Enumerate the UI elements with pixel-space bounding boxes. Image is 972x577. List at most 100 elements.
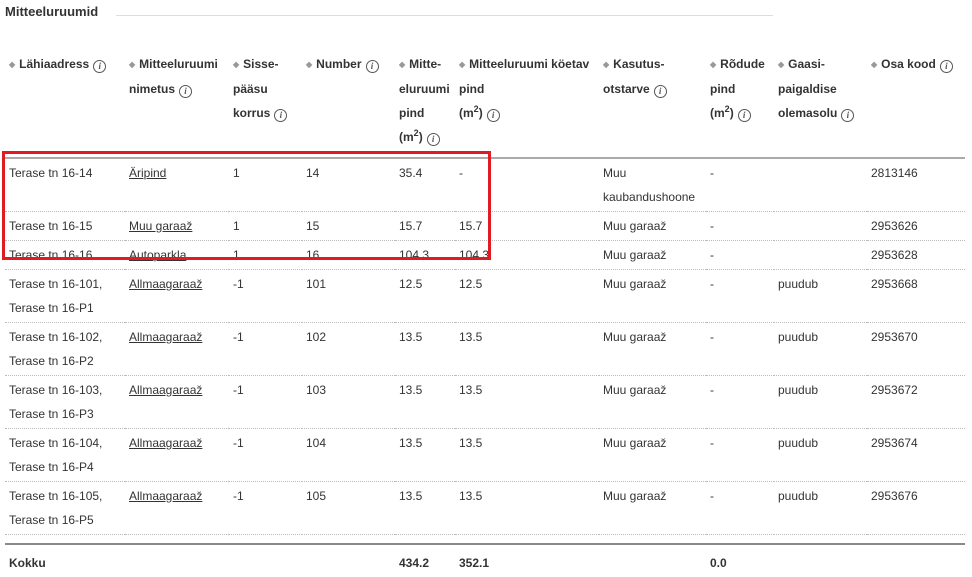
header-area[interactable]: ◆ Mitte- eluruumi pind (m2) i: [395, 50, 455, 158]
cell-floor: -1: [233, 277, 244, 291]
cell-gas: puudub: [778, 436, 819, 450]
room-name-link[interactable]: Autoparkla: [129, 248, 186, 262]
header-address[interactable]: ◆ Lähiaadress i: [5, 50, 125, 158]
cell-gas: puudub: [778, 383, 819, 397]
room-name-link[interactable]: Allmaagaraaž: [129, 489, 202, 503]
info-icon[interactable]: i: [426, 133, 440, 146]
cell-balcony-area: -: [710, 383, 714, 397]
cell-area: 13.5: [399, 383, 423, 397]
cell-number: 102: [306, 330, 327, 344]
cell-name[interactable]: Allmaagaraaž: [125, 323, 229, 376]
sort-icon[interactable]: ◆: [306, 53, 312, 77]
cell-heated-area: 13.5: [459, 383, 483, 397]
header-heated-area[interactable]: ◆ Mitteeluruumi köetav pind (m2) i: [455, 50, 599, 158]
total-divider: [5, 535, 965, 544]
cell-code: 2813146: [871, 166, 918, 180]
table-row: Terase tn 16-14 Äripind 1 14 35.4 - Muu k…: [5, 158, 965, 212]
cell-name[interactable]: Äripind: [125, 158, 229, 212]
cell-balcony-area: -: [710, 248, 714, 262]
cell-heated-area: 13.5: [459, 436, 483, 450]
cell-number: 14: [306, 166, 320, 180]
cell-floor: -1: [233, 383, 244, 397]
cell-area: 104.3: [399, 248, 430, 262]
info-icon[interactable]: i: [179, 85, 193, 98]
total-balcony-area: 0.0: [710, 556, 727, 570]
table-body: Terase tn 16-14 Äripind 1 14 35.4 - Muu k…: [5, 158, 965, 577]
header-row: ◆ Lähiaadress i ◆ Mitteeluruumi nimetus i ◆ S…: [5, 50, 965, 158]
total-label: Kokku: [9, 556, 46, 570]
cell-floor: 1: [233, 248, 240, 262]
header-name[interactable]: ◆ Mitteeluruumi nimetus i: [125, 50, 229, 158]
room-name-link[interactable]: Muu garaaž: [129, 219, 192, 233]
cell-name[interactable]: Allmaagaraaž: [125, 270, 229, 323]
sort-icon[interactable]: ◆: [710, 53, 716, 77]
info-icon[interactable]: i: [653, 85, 667, 98]
room-name-link[interactable]: Allmaagaraaž: [129, 330, 202, 344]
section-title: Mitteeluruumid: [5, 4, 99, 19]
cell-balcony-area: -: [710, 489, 714, 503]
cell-address: Terase tn 16-103, Terase tn 16-P3: [9, 383, 103, 421]
title-divider: [116, 15, 773, 16]
cell-address: Terase tn 16-14: [9, 166, 93, 180]
sort-icon[interactable]: ◆: [459, 53, 465, 77]
info-icon[interactable]: i: [365, 60, 379, 73]
cell-usage: Muu garaaž: [603, 436, 667, 450]
sort-icon[interactable]: ◆: [778, 53, 784, 77]
header-floor[interactable]: ◆ Sisse- pääsu korrus i: [229, 50, 302, 158]
sort-icon[interactable]: ◆: [129, 53, 135, 77]
header-usage[interactable]: ◆ Kasutus- otstarve i: [599, 50, 706, 158]
cell-area: 13.5: [399, 436, 423, 450]
info-icon[interactable]: i: [939, 60, 953, 73]
header-number[interactable]: ◆ Number i: [302, 50, 395, 158]
header-code[interactable]: ◆ Osa kood i: [867, 50, 965, 158]
sort-icon[interactable]: ◆: [399, 53, 405, 77]
cell-code: 2953676: [871, 489, 918, 503]
cell-floor: -1: [233, 436, 244, 450]
cell-address: Terase tn 16-105, Terase tn 16-P5: [9, 489, 103, 527]
cell-usage: Muu garaaž: [603, 277, 667, 291]
cell-balcony-area: -: [710, 330, 714, 344]
cell-name[interactable]: Autoparkla: [125, 241, 229, 270]
cell-usage: Muu garaaž: [603, 219, 667, 233]
cell-heated-area: 13.5: [459, 330, 483, 344]
sort-icon[interactable]: ◆: [9, 53, 15, 77]
cell-name[interactable]: Allmaagaraaž: [125, 376, 229, 429]
cell-code: 2953674: [871, 436, 918, 450]
room-name-link[interactable]: Allmaagaraaž: [129, 383, 202, 397]
header-gas[interactable]: ◆ Gaasi- paigaldise olemasolu i: [774, 50, 867, 158]
cell-floor: 1: [233, 166, 240, 180]
sort-icon[interactable]: ◆: [871, 53, 877, 77]
room-name-link[interactable]: Allmaagaraaž: [129, 436, 202, 450]
cell-code: 2953626: [871, 219, 918, 233]
cell-number: 101: [306, 277, 327, 291]
cell-gas: puudub: [778, 489, 819, 503]
cell-gas: puudub: [778, 330, 819, 344]
sort-icon[interactable]: ◆: [603, 53, 609, 77]
cell-floor: -1: [233, 330, 244, 344]
cell-area: 13.5: [399, 489, 423, 503]
cell-gas: puudub: [778, 277, 819, 291]
cell-heated-area: -: [459, 166, 463, 180]
cell-code: 2953670: [871, 330, 918, 344]
sort-icon[interactable]: ◆: [233, 53, 239, 77]
cell-area: 15.7: [399, 219, 423, 233]
cell-name[interactable]: Allmaagaraaž: [125, 482, 229, 535]
room-name-link[interactable]: Allmaagaraaž: [129, 277, 202, 291]
cell-code: 2953628: [871, 248, 918, 262]
cell-gas: [774, 158, 867, 212]
info-icon[interactable]: i: [841, 109, 855, 122]
cell-area: 12.5: [399, 277, 423, 291]
cell-name[interactable]: Allmaagaraaž: [125, 429, 229, 482]
header-balcony-area[interactable]: ◆ Rõdude pind (m2) i: [706, 50, 774, 158]
info-icon[interactable]: i: [274, 109, 288, 122]
info-icon[interactable]: i: [486, 109, 500, 122]
cell-number: 15: [306, 219, 320, 233]
info-icon[interactable]: i: [93, 60, 107, 73]
info-icon[interactable]: i: [737, 109, 751, 122]
cell-balcony-area: -: [710, 277, 714, 291]
cell-name[interactable]: Muu garaaž: [125, 212, 229, 241]
cell-heated-area: 13.5: [459, 489, 483, 503]
cell-area: 13.5: [399, 330, 423, 344]
room-name-link[interactable]: Äripind: [129, 166, 166, 180]
cell-gas: [774, 212, 867, 241]
